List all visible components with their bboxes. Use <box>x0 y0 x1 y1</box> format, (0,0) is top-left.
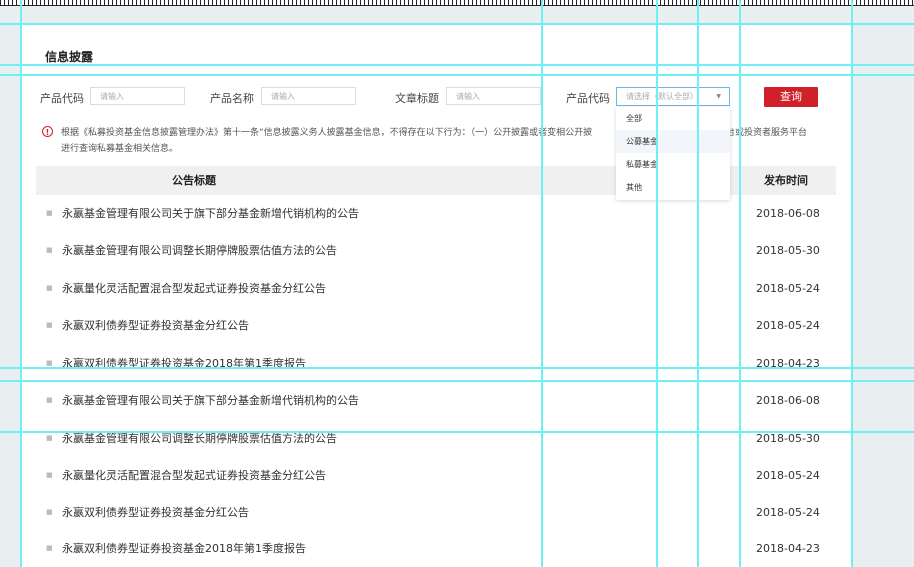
query-button[interactable]: 查询 <box>764 87 818 107</box>
row-date: 2018-05-24 <box>756 319 820 332</box>
row-title[interactable]: 永嬴双利债券型证券投资基金分红公告 <box>62 307 249 344</box>
row-title[interactable]: 永嬴基金管理有限公司关于旗下部分基金新增代销机构的公告 <box>62 195 359 232</box>
bullet-icon: ■ <box>46 359 53 367</box>
bullet-icon: ■ <box>46 396 53 404</box>
bullet-icon: ■ <box>46 209 53 217</box>
article-title-input[interactable]: 请输入 <box>446 87 541 105</box>
ruler-strip <box>0 0 914 6</box>
row-title[interactable]: 永嬴双利债券型证券投资基金2018年第1季度报告 <box>62 345 306 382</box>
bullet-icon: ■ <box>46 321 53 329</box>
product-type-dropdown: 全部 公募基金 私募基金 其他 <box>616 107 730 200</box>
select-placeholder: 请选择（默认全部） <box>626 92 698 101</box>
product-name-input[interactable]: 请输入 <box>261 87 356 105</box>
table-row[interactable]: ■ 永嬴量化灵活配置混合型发起式证券投资基金分红公告 2018-05-24 <box>36 457 836 494</box>
row-title[interactable]: 永嬴双利债券型证券投资基金分红公告 <box>62 494 249 531</box>
dropdown-option-private-fund[interactable]: 私募基金 <box>616 153 730 176</box>
dropdown-option-other[interactable]: 其他 <box>616 176 730 199</box>
row-date: 2018-06-08 <box>756 394 820 407</box>
header-title: 公告标题 <box>172 174 216 187</box>
row-date: 2018-05-24 <box>756 282 820 295</box>
table-row[interactable]: ■ 永嬴基金管理有限公司调整长期停牌股票估值方法的公告 2018-05-30 <box>36 232 836 269</box>
header-date: 发布时间 <box>764 174 808 187</box>
table-row[interactable]: ■ 永嬴双利债券型证券投资基金分红公告 2018-05-24 <box>36 307 836 344</box>
bullet-icon: ■ <box>46 284 53 292</box>
table-row[interactable]: ■ 永嬴双利债券型证券投资基金分红公告 2018-05-24 <box>36 494 836 531</box>
notice-line1-end: 台或投资者服务平台 <box>726 128 808 138</box>
row-title[interactable]: 永嬴双利债券型证券投资基金2018年第1季度报告 <box>62 530 306 567</box>
bullet-icon: ■ <box>46 246 53 254</box>
bullet-icon: ■ <box>46 471 53 479</box>
row-title[interactable]: 永嬴量化灵活配置混合型发起式证券投资基金分红公告 <box>62 270 326 307</box>
row-title[interactable]: 永嬴基金管理有限公司关于旗下部分基金新增代销机构的公告 <box>62 382 359 419</box>
table-row[interactable]: ■ 永嬴双利债券型证券投资基金2018年第1季度报告 2018-04-23 <box>36 530 836 567</box>
table-row[interactable]: ■ 永嬴双利债券型证券投资基金2018年第1季度报告 2018-04-23 <box>36 345 836 382</box>
row-date: 2018-04-23 <box>756 357 820 370</box>
product-code-input[interactable]: 请输入 <box>90 87 185 105</box>
table-row[interactable]: ■ 永嬴量化灵活配置混合型发起式证券投资基金分红公告 2018-05-24 <box>36 270 836 307</box>
notice-line1: 根据《私募投资基金信息披露管理办法》第十一条“信息披露义务人披露基金信息，不得存… <box>61 128 593 138</box>
table-row[interactable]: ■ 永嬴基金管理有限公司关于旗下部分基金新增代销机构的公告 2018-06-08 <box>36 195 836 232</box>
info-icon: ! <box>42 126 53 137</box>
dropdown-option-all[interactable]: 全部 <box>616 107 730 130</box>
page-title: 信息披露 <box>45 50 94 64</box>
row-date: 2018-06-08 <box>756 207 820 220</box>
row-date: 2018-05-24 <box>756 469 820 482</box>
product-name-label: 产品名称 <box>210 92 254 105</box>
row-title[interactable]: 永嬴基金管理有限公司调整长期停牌股票估值方法的公告 <box>62 232 337 269</box>
row-date: 2018-05-30 <box>756 432 820 445</box>
bullet-icon: ■ <box>46 544 53 552</box>
product-code-label: 产品代码 <box>40 92 84 105</box>
row-title[interactable]: 永嬴基金管理有限公司调整长期停牌股票估值方法的公告 <box>62 420 337 457</box>
product-type-label: 产品代码 <box>566 92 610 105</box>
table-row[interactable]: ■ 永嬴基金管理有限公司关于旗下部分基金新增代销机构的公告 2018-06-08 <box>36 382 836 419</box>
row-date: 2018-05-30 <box>756 244 820 257</box>
row-title[interactable]: 永嬴量化灵活配置混合型发起式证券投资基金分红公告 <box>62 457 326 494</box>
product-type-select[interactable]: 请选择（默认全部） ▼ <box>616 87 730 106</box>
chevron-down-icon: ▼ <box>716 93 721 100</box>
article-title-label: 文章标题 <box>395 92 439 105</box>
dropdown-option-public-fund[interactable]: 公募基金 <box>616 130 730 153</box>
row-date: 2018-04-23 <box>756 542 820 555</box>
table-row[interactable]: ■ 永嬴基金管理有限公司调整长期停牌股票估值方法的公告 2018-05-30 <box>36 420 836 457</box>
bullet-icon: ■ <box>46 434 53 442</box>
row-date: 2018-05-24 <box>756 506 820 519</box>
bullet-icon: ■ <box>46 508 53 516</box>
